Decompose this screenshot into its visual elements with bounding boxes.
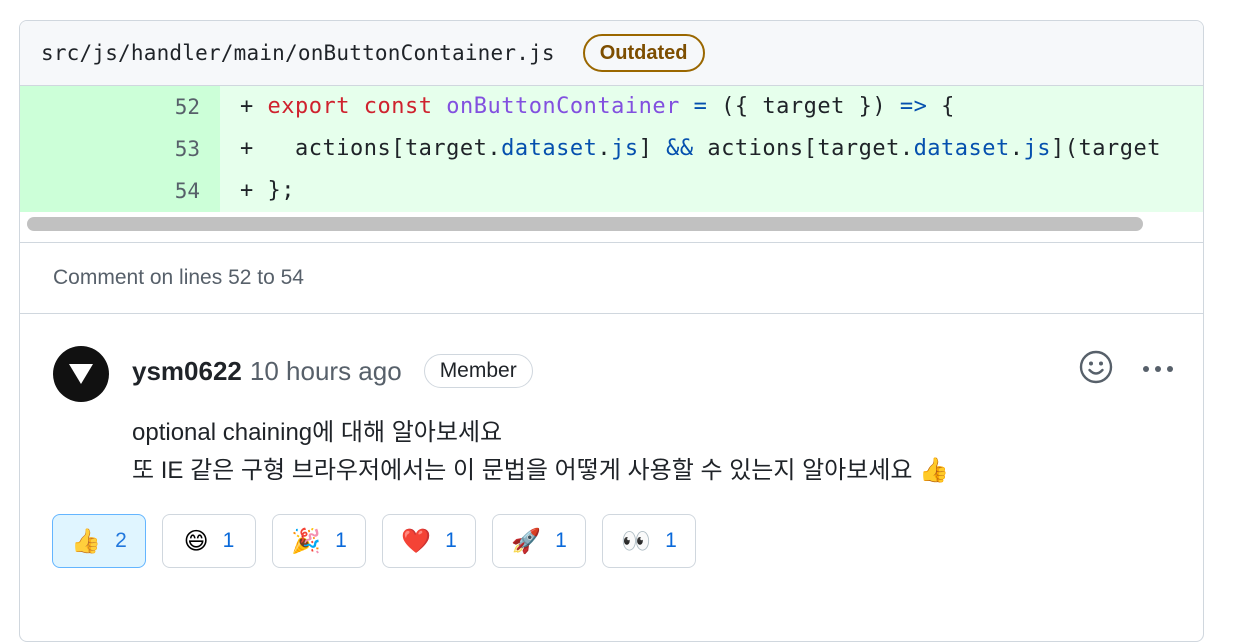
code-line: 53 + actions[target.dataset.js] && actio…	[20, 128, 1203, 170]
code-fragment: + export const onButtonContainer = ({ ta…	[240, 94, 955, 119]
thumbs-up-icon: 👍	[71, 527, 102, 555]
reaction-eyes-button[interactable]: 👀 1	[602, 514, 696, 568]
comment-body-line: optional chaining에 대해 알아보세요	[132, 419, 503, 446]
triangle-icon	[69, 364, 93, 384]
comment-body: optional chaining에 대해 알아보세요 또 IE 같은 구형 브…	[132, 414, 949, 490]
smile-icon: 😄	[183, 527, 209, 555]
rocket-icon: 🚀	[511, 527, 542, 555]
file-header: src/js/handler/main/onButtonContainer.js…	[20, 21, 1203, 86]
reaction-heart-button[interactable]: ❤️ 1	[382, 514, 476, 568]
code-text: + };	[220, 170, 1203, 212]
horizontal-scroll-area	[20, 212, 1203, 243]
line-number[interactable]: 54	[20, 170, 220, 212]
reaction-count: 1	[445, 529, 457, 552]
reaction-count: 1	[665, 529, 677, 552]
heart-icon: ❤️	[401, 527, 432, 555]
reaction-count: 1	[222, 529, 235, 552]
member-badge: Member	[423, 354, 533, 388]
reaction-count: 1	[335, 529, 347, 552]
comment: ysm0622 10 hours ago Member optional cha…	[20, 314, 1203, 614]
line-number[interactable]: 52	[20, 86, 220, 128]
comment-body-line: 또 IE 같은 구형 브라우저에서는 이 문법을 어떻게 사용할 수 있는지 알…	[132, 457, 950, 484]
tada-icon: 🎉	[291, 527, 322, 555]
timestamp-link[interactable]: 10 hours ago	[250, 356, 402, 387]
smiley-icon[interactable]	[1079, 350, 1113, 389]
code-line: 54 + };	[20, 170, 1203, 212]
horizontal-scrollbar[interactable]	[27, 217, 1143, 231]
comment-header: ysm0622 10 hours ago Member	[132, 354, 533, 388]
author-link[interactable]: ysm0622	[132, 356, 242, 387]
line-number[interactable]: 53	[20, 128, 220, 170]
review-comment-thread: src/js/handler/main/onButtonContainer.js…	[19, 20, 1204, 642]
code-line: 52 + export const onButtonContainer = ({…	[20, 86, 1203, 128]
code-fragment: + };	[240, 178, 295, 203]
reaction-count: 2	[115, 529, 127, 552]
avatar[interactable]	[53, 346, 109, 402]
diff-code: 52 + export const onButtonContainer = ({…	[20, 86, 1203, 212]
reaction-count: 1	[555, 529, 567, 552]
eyes-icon: 👀	[621, 527, 652, 555]
reaction-smile-button[interactable]: 😄 1	[162, 514, 256, 568]
kebab-horizontal-icon[interactable]	[1141, 361, 1175, 379]
code-fragment: + actions[target.dataset.js] && actions[…	[240, 136, 1161, 161]
reaction-tada-button[interactable]: 🎉 1	[272, 514, 366, 568]
outdated-badge: Outdated	[582, 34, 705, 72]
reaction-thumbs-up-button[interactable]: 👍 2	[52, 514, 146, 568]
comment-actions	[1079, 350, 1175, 389]
reaction-rocket-button[interactable]: 🚀 1	[492, 514, 586, 568]
reactions-bar: 👍 2 😄 1 🎉 1 ❤️ 1 🚀 1 👀 1	[52, 514, 696, 568]
code-text: + export const onButtonContainer = ({ ta…	[220, 86, 1203, 128]
file-path[interactable]: src/js/handler/main/onButtonContainer.js	[41, 41, 555, 65]
code-text: + actions[target.dataset.js] && actions[…	[220, 128, 1203, 170]
comment-lines-label: Comment on lines 52 to 54	[20, 243, 1203, 314]
